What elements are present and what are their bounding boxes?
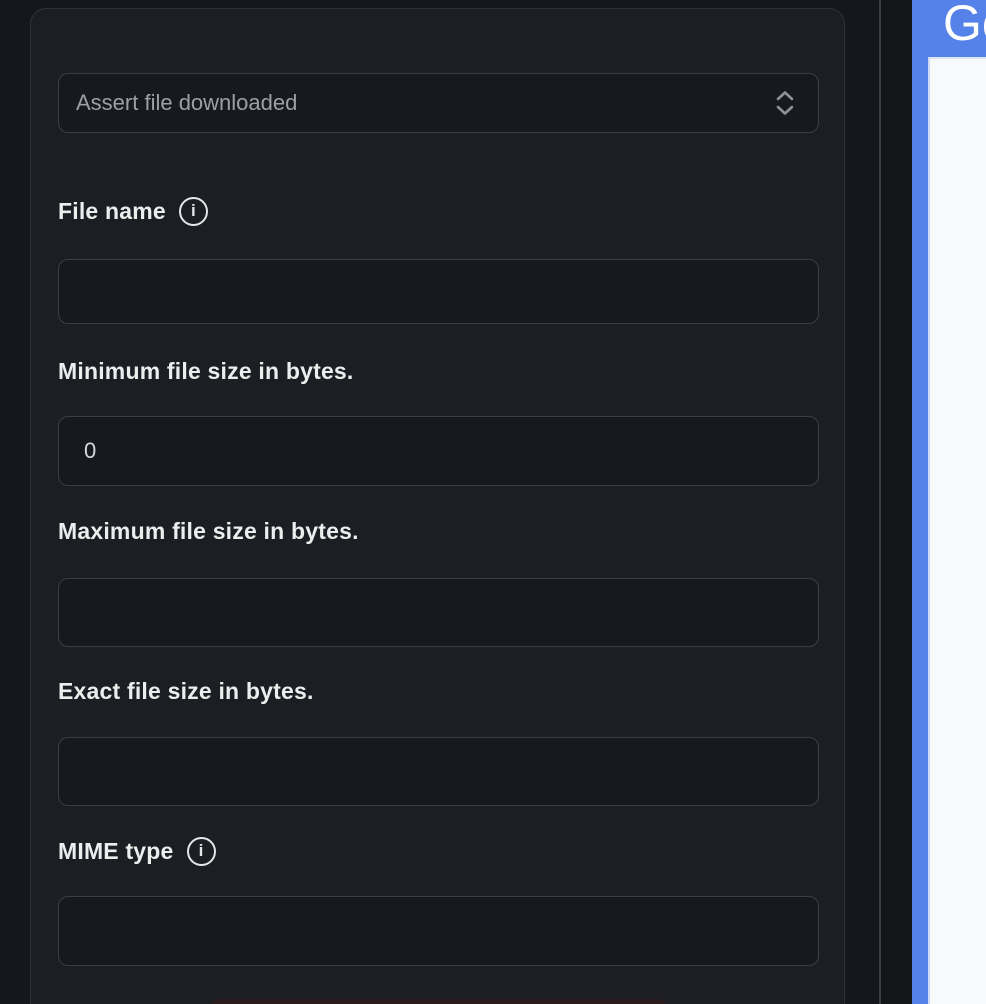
mime-type-label: MIME type xyxy=(58,837,174,864)
preview-page-title: Go xyxy=(943,0,986,51)
file-name-label: File name xyxy=(58,197,166,224)
max-size-label: Maximum file size in bytes. xyxy=(58,517,359,544)
exact-size-label: Exact file size in bytes. xyxy=(58,677,314,704)
min-size-label-row: Minimum file size in bytes. xyxy=(58,356,354,386)
select-chevrons-icon xyxy=(776,91,794,115)
info-icon[interactable]: i xyxy=(178,196,208,226)
preview-page-body xyxy=(928,57,986,1004)
step-editor-card: Assert file downloaded File name i Minim… xyxy=(30,8,845,1004)
panel-resize-handle[interactable] xyxy=(879,0,881,1004)
mime-type-input[interactable] xyxy=(58,896,819,966)
step-type-select[interactable]: Assert file downloaded xyxy=(58,73,819,133)
mime-type-label-row: MIME type i xyxy=(58,836,216,866)
step-type-selected-value: Assert file downloaded xyxy=(76,90,298,115)
exact-size-input[interactable] xyxy=(58,737,819,806)
exact-size-label-row: Exact file size in bytes. xyxy=(58,676,314,706)
remove-step-button[interactable] xyxy=(208,999,668,1004)
file-name-label-row: File name i xyxy=(58,196,208,226)
browser-preview[interactable]: Go xyxy=(912,0,986,1004)
info-icon[interactable]: i xyxy=(186,836,216,866)
min-size-input[interactable] xyxy=(58,416,819,486)
panel-gap xyxy=(881,0,912,1004)
info-icon-glyph: i xyxy=(191,201,196,220)
max-size-label-row: Maximum file size in bytes. xyxy=(58,516,359,546)
min-size-label: Minimum file size in bytes. xyxy=(58,357,354,384)
file-name-input[interactable] xyxy=(58,259,819,324)
info-icon-glyph: i xyxy=(198,841,204,860)
max-size-input[interactable] xyxy=(58,578,819,647)
